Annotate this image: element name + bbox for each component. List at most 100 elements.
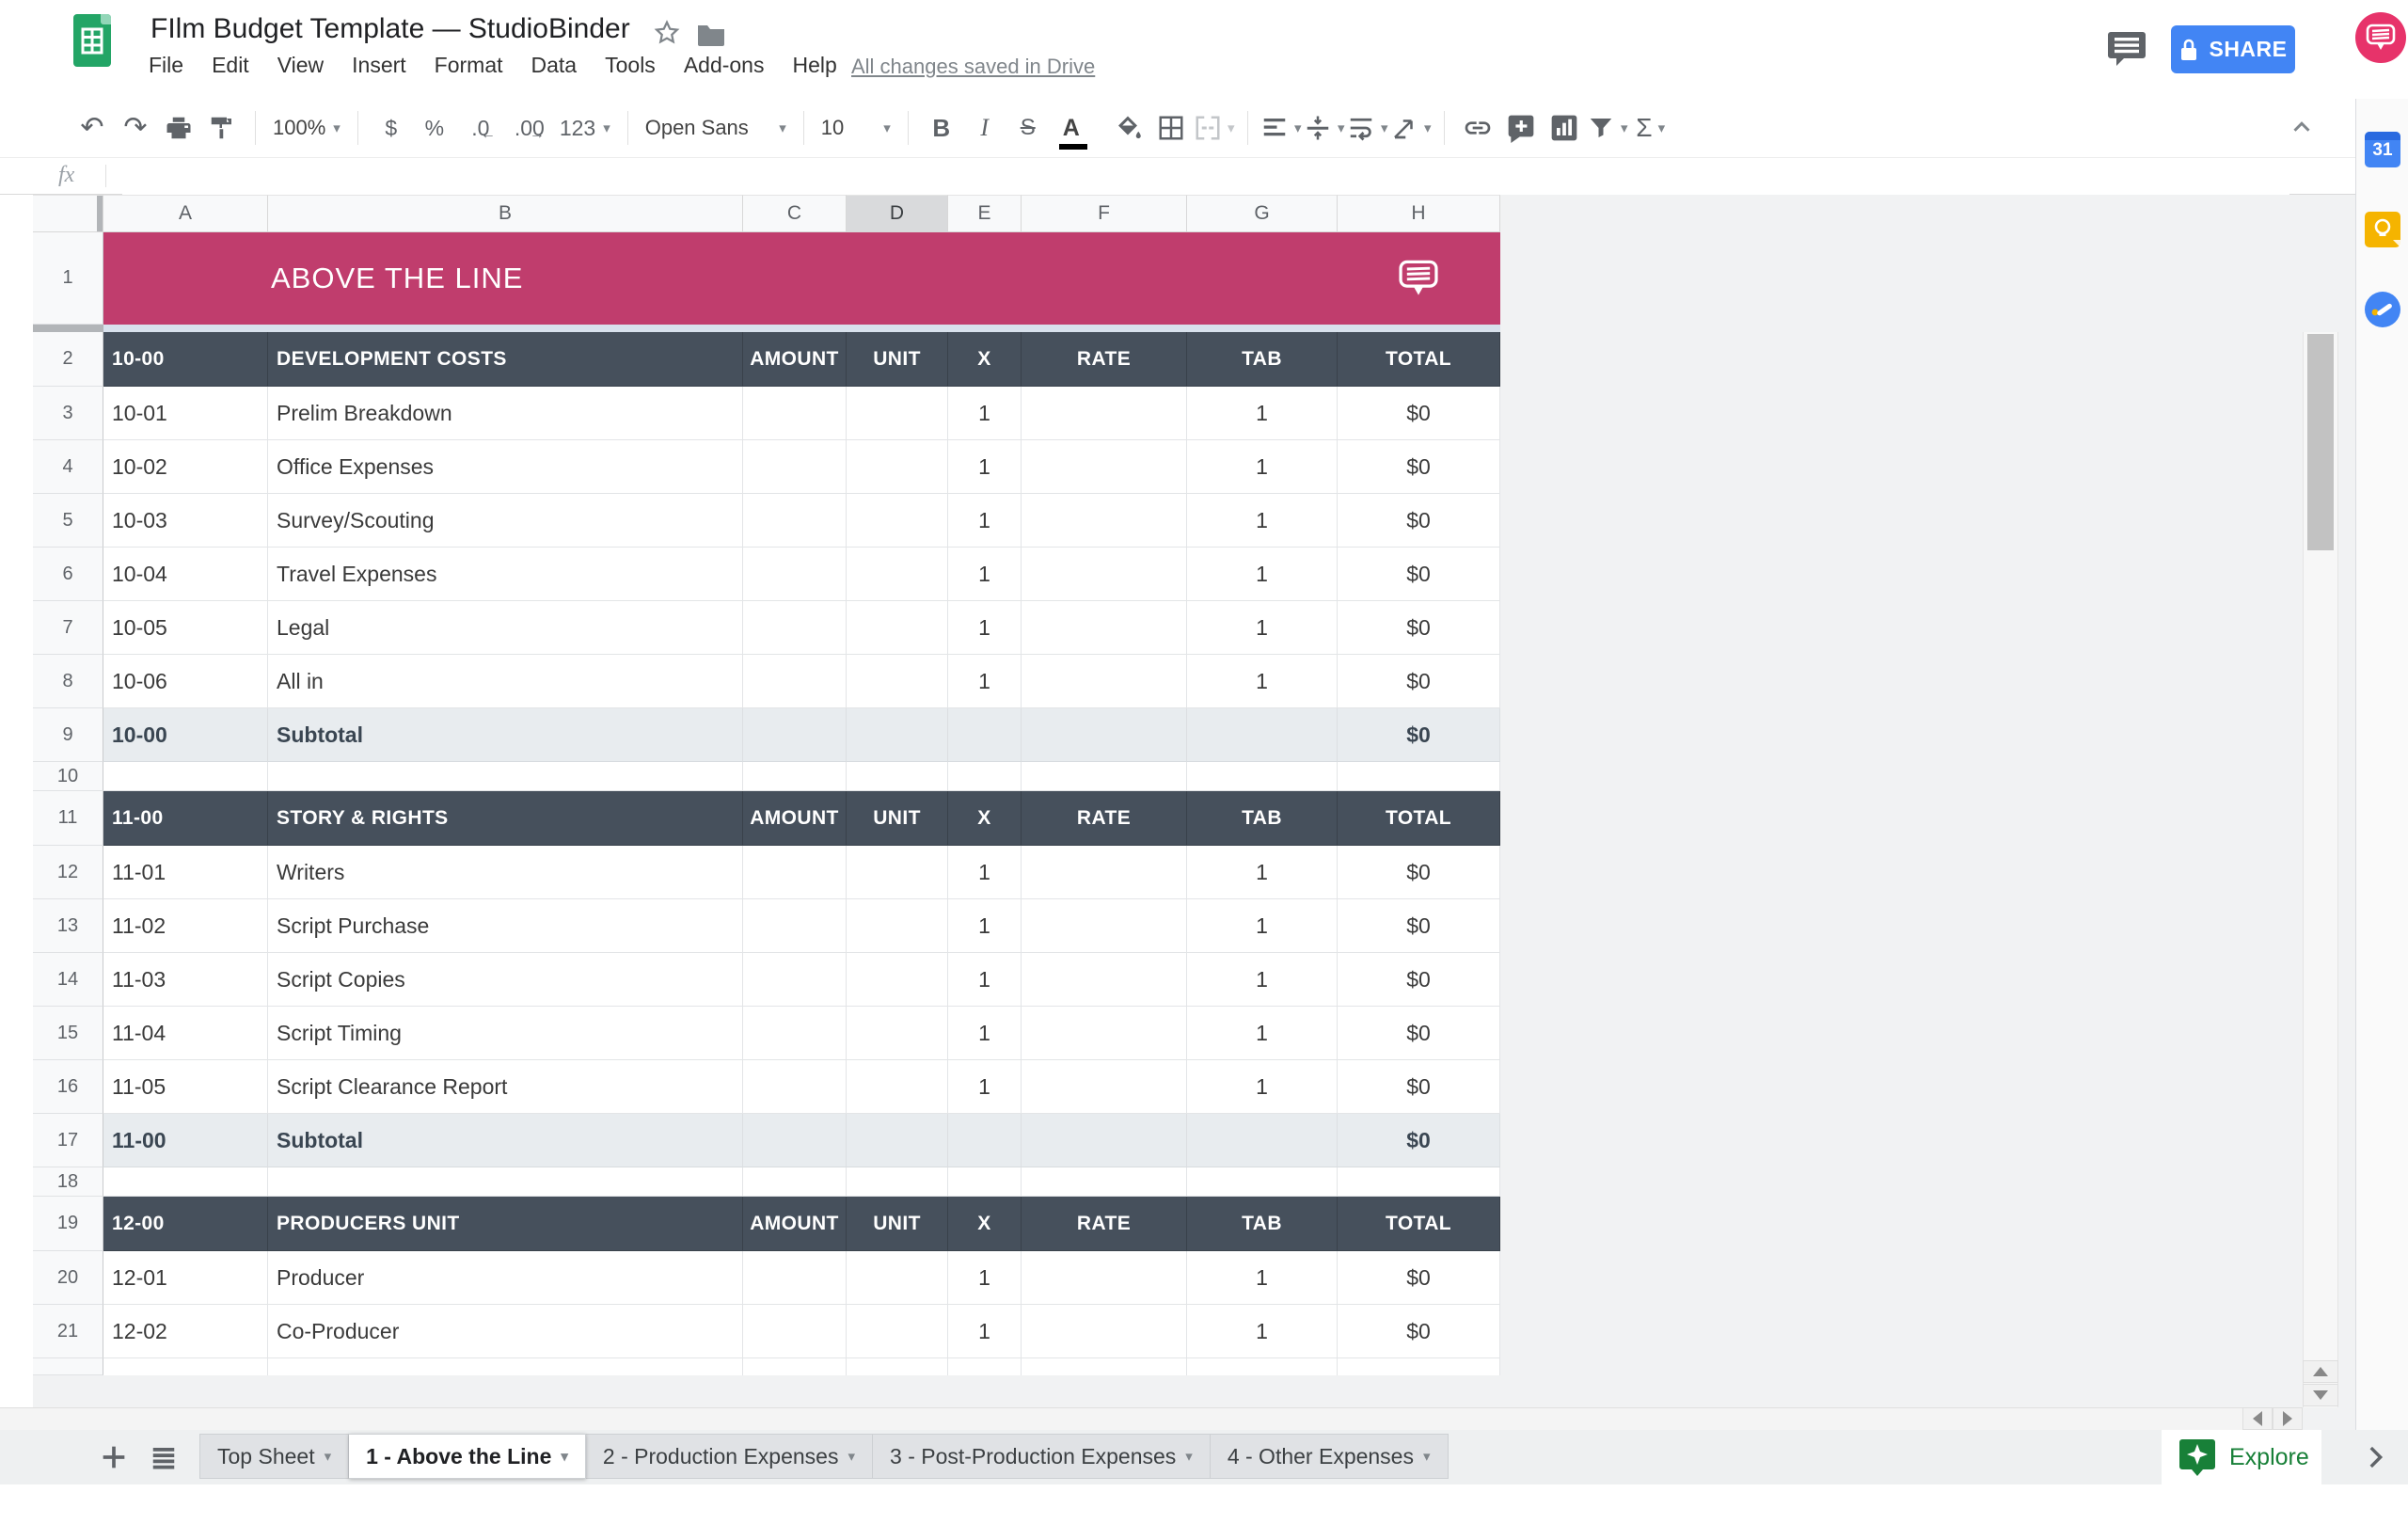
cell-B15[interactable]: Script Timing — [268, 1007, 743, 1060]
cell-E11[interactable]: X — [948, 791, 1022, 846]
cell-G9[interactable] — [1187, 708, 1338, 762]
cell-H17[interactable]: $0 — [1338, 1114, 1500, 1167]
cell-G6[interactable]: 1 — [1187, 548, 1338, 601]
scroll-down-button[interactable] — [2303, 1384, 2338, 1406]
text-color-button[interactable]: A — [1050, 107, 1093, 149]
cell-H19[interactable]: TOTAL — [1338, 1197, 1500, 1251]
cell-F2[interactable]: RATE — [1022, 332, 1187, 387]
cell-C12[interactable] — [743, 846, 847, 899]
cell-A17[interactable]: 11-00 — [103, 1114, 268, 1167]
cell-D17[interactable] — [847, 1114, 948, 1167]
cell-G18[interactable] — [1187, 1167, 1338, 1197]
cell-F14[interactable] — [1022, 953, 1187, 1007]
cell-B7[interactable]: Legal — [268, 601, 743, 655]
cell-B22[interactable] — [268, 1358, 743, 1375]
cell-E4[interactable]: 1 — [948, 440, 1022, 494]
cell-H15[interactable]: $0 — [1338, 1007, 1500, 1060]
cell-F12[interactable] — [1022, 846, 1187, 899]
cell-D5[interactable] — [847, 494, 948, 548]
cell-F7[interactable] — [1022, 601, 1187, 655]
cell-H12[interactable]: $0 — [1338, 846, 1500, 899]
cell-E8[interactable]: 1 — [948, 655, 1022, 708]
scroll-left-button[interactable] — [2242, 1407, 2273, 1430]
cell-A9[interactable]: 10-00 — [103, 708, 268, 762]
cell-G15[interactable]: 1 — [1187, 1007, 1338, 1060]
cell-G2[interactable]: TAB — [1187, 332, 1338, 387]
row-header-20[interactable]: 20 — [33, 1251, 103, 1305]
more-formats-select[interactable]: 123 ▾ — [554, 107, 616, 149]
cell-C11[interactable]: AMOUNT — [743, 791, 847, 846]
functions-button[interactable]: Σ ▾ — [1629, 107, 1672, 149]
cell-C22[interactable] — [743, 1358, 847, 1375]
filter-icon[interactable]: ▾ — [1586, 107, 1629, 149]
cell-H10[interactable] — [1338, 762, 1500, 791]
cell-A16[interactable]: 11-05 — [103, 1060, 268, 1114]
cell-G14[interactable]: 1 — [1187, 953, 1338, 1007]
frozen-handle-gutter[interactable] — [33, 325, 103, 332]
cell-D12[interactable] — [847, 846, 948, 899]
cell-E10[interactable] — [948, 762, 1022, 791]
cell-G13[interactable]: 1 — [1187, 899, 1338, 953]
menu-insert[interactable]: Insert — [352, 53, 406, 78]
horizontal-align-icon[interactable]: ▾ — [1259, 107, 1303, 149]
hide-side-panel-icon[interactable] — [2359, 1441, 2391, 1473]
cell-F11[interactable]: RATE — [1022, 791, 1187, 846]
banner-cell-row-1[interactable]: ABOVE THE LINE — [103, 232, 1500, 325]
insert-comment-icon[interactable] — [1499, 107, 1543, 149]
cell-C20[interactable] — [743, 1251, 847, 1305]
cell-H4[interactable]: $0 — [1338, 440, 1500, 494]
cell-G22[interactable] — [1187, 1358, 1338, 1375]
cell-G20[interactable]: 1 — [1187, 1251, 1338, 1305]
cell-D6[interactable] — [847, 548, 948, 601]
tasks-icon[interactable] — [2365, 292, 2400, 327]
sheet-tab-3-post-production-expenses[interactable]: 3 - Post-Production Expenses▾ — [873, 1434, 1211, 1479]
cell-B6[interactable]: Travel Expenses — [268, 548, 743, 601]
cell-A14[interactable]: 11-03 — [103, 953, 268, 1007]
increase-decimal-button[interactable]: .00 → — [505, 107, 554, 149]
cell-G10[interactable] — [1187, 762, 1338, 791]
row-header-11[interactable]: 11 — [33, 791, 103, 846]
move-folder-icon[interactable] — [696, 23, 726, 47]
cell-C4[interactable] — [743, 440, 847, 494]
cell-D16[interactable] — [847, 1060, 948, 1114]
cell-C17[interactable] — [743, 1114, 847, 1167]
cell-D13[interactable] — [847, 899, 948, 953]
menu-view[interactable]: View — [277, 53, 324, 78]
cell-H2[interactable]: TOTAL — [1338, 332, 1500, 387]
column-header-H[interactable]: H — [1338, 195, 1500, 232]
sheets-logo-icon[interactable] — [73, 14, 111, 67]
redo-icon[interactable]: ↷ — [114, 107, 157, 149]
formula-input[interactable] — [122, 158, 2289, 196]
row-header-2[interactable]: 2 — [33, 332, 103, 387]
cell-E19[interactable]: X — [948, 1197, 1022, 1251]
cell-C15[interactable] — [743, 1007, 847, 1060]
cell-D18[interactable] — [847, 1167, 948, 1197]
cell-E5[interactable]: 1 — [948, 494, 1022, 548]
sheet-tab-1-above-the-line[interactable]: 1 - Above the Line▾ — [349, 1434, 586, 1479]
cell-D9[interactable] — [847, 708, 948, 762]
cell-C14[interactable] — [743, 953, 847, 1007]
insert-chart-icon[interactable] — [1543, 107, 1586, 149]
row-header-10[interactable]: 10 — [33, 762, 103, 791]
cell-F17[interactable] — [1022, 1114, 1187, 1167]
cell-F6[interactable] — [1022, 548, 1187, 601]
cell-B11[interactable]: STORY & RIGHTS — [268, 791, 743, 846]
menu-format[interactable]: Format — [435, 53, 503, 78]
cell-D8[interactable] — [847, 655, 948, 708]
frozen-handle-columns[interactable] — [103, 325, 1500, 332]
row-header-15[interactable]: 15 — [33, 1007, 103, 1060]
cell-C16[interactable] — [743, 1060, 847, 1114]
cell-E15[interactable]: 1 — [948, 1007, 1022, 1060]
cell-H20[interactable]: $0 — [1338, 1251, 1500, 1305]
row-header-16[interactable]: 16 — [33, 1060, 103, 1114]
menu-edit[interactable]: Edit — [212, 53, 249, 78]
cell-H14[interactable]: $0 — [1338, 953, 1500, 1007]
cell-G7[interactable]: 1 — [1187, 601, 1338, 655]
cell-E20[interactable]: 1 — [948, 1251, 1022, 1305]
row-header-18[interactable]: 18 — [33, 1167, 103, 1197]
row-header-9[interactable]: 9 — [33, 708, 103, 762]
row-header-14[interactable]: 14 — [33, 953, 103, 1007]
cell-C2[interactable]: AMOUNT — [743, 332, 847, 387]
cell-G11[interactable]: TAB — [1187, 791, 1338, 846]
cell-G3[interactable]: 1 — [1187, 387, 1338, 440]
